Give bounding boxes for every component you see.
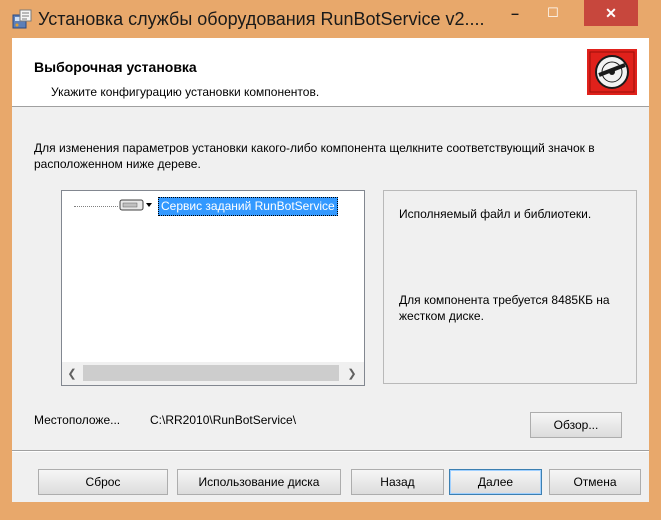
tree-item-runbotservice[interactable]: Сервис заданий RunBotService	[158, 197, 338, 216]
feature-tree[interactable]: Сервис заданий RunBotService ❮ ❯	[61, 190, 365, 386]
location-label: Местоположе...	[34, 413, 121, 427]
location-path: C:\RR2010\RunBotService\	[150, 413, 297, 427]
maximize-icon: ☐	[547, 5, 559, 20]
horizontal-scrollbar[interactable]: ❮ ❯	[62, 362, 364, 385]
maximize-button[interactable]: ☐	[536, 0, 570, 26]
feature-description: Исполняемый файл и библиотеки.	[399, 207, 592, 221]
back-button[interactable]: Назад	[351, 469, 444, 495]
browse-button[interactable]: Обзор...	[530, 412, 622, 438]
minimize-icon: –	[511, 5, 519, 21]
disc-logo-icon	[587, 49, 637, 95]
scroll-thumb[interactable]	[83, 365, 339, 381]
next-button[interactable]: Далее	[449, 469, 542, 495]
feature-info-panel: Исполняемый файл и библиотеки. Для компо…	[383, 190, 637, 384]
reset-button[interactable]: Сброс	[38, 469, 168, 495]
installer-window: Установка службы оборудования RunBotServ…	[0, 0, 661, 520]
button-separator	[12, 450, 649, 452]
dialog-header: Выборочная установка Укажите конфигураци…	[12, 38, 649, 107]
title-bar[interactable]: Установка службы оборудования RunBotServ…	[0, 0, 661, 38]
window-title: Установка службы оборудования RunBotServ…	[38, 9, 485, 29]
tree-connector	[74, 206, 118, 207]
drive-dropdown-icon[interactable]	[119, 197, 155, 213]
installer-icon	[12, 9, 32, 29]
dialog-client-area: Выборочная установка Укажите конфигураци…	[12, 38, 649, 502]
page-subtitle: Укажите конфигурацию установки компонент…	[51, 85, 320, 99]
close-button[interactable]: ✕	[584, 0, 638, 26]
feature-size-requirement: Для компонента требуется 8485КБ на жестк…	[399, 293, 610, 323]
disk-usage-button[interactable]: Использование диска	[177, 469, 341, 495]
scroll-left-icon[interactable]: ❮	[62, 362, 82, 385]
cancel-button[interactable]: Отмена	[549, 469, 641, 495]
minimize-button[interactable]: –	[498, 0, 532, 26]
scroll-right-icon[interactable]: ❯	[340, 362, 364, 385]
instruction-text: Для изменения параметров установки каког…	[34, 141, 595, 171]
page-title: Выборочная установка	[34, 59, 197, 75]
close-icon: ✕	[605, 4, 617, 21]
